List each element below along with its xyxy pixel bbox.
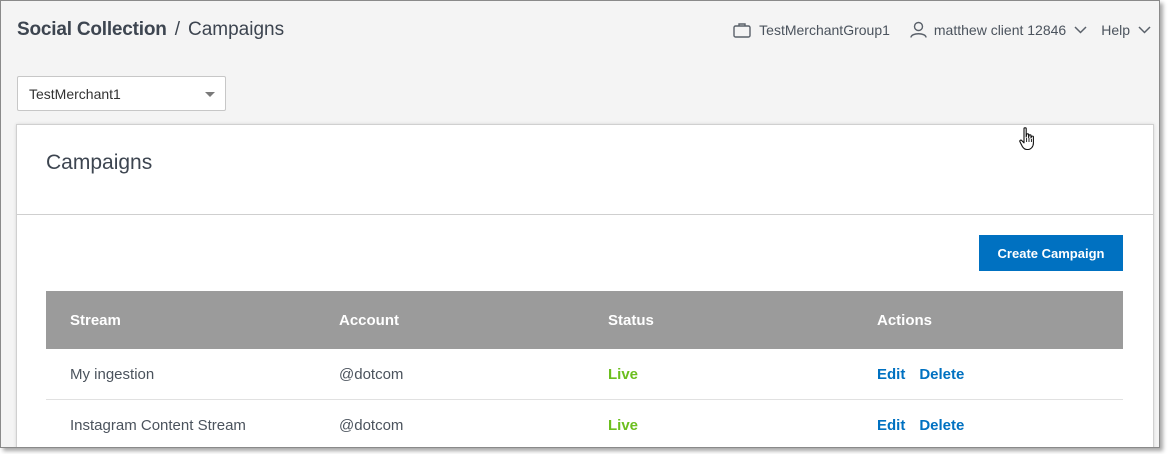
user-menu[interactable]: matthew client 12846 xyxy=(910,21,1087,38)
user-name: matthew client 12846 xyxy=(933,21,1067,38)
column-header-account: Account xyxy=(339,311,399,329)
stream-cell: My ingestion xyxy=(70,365,155,383)
breadcrumb-separator: / xyxy=(174,19,180,40)
create-campaign-button[interactable]: Create Campaign xyxy=(979,235,1123,271)
top-nav: TestMerchantGroup1 matthew client 12846 xyxy=(733,21,1151,38)
edit-link[interactable]: Edit xyxy=(877,366,905,383)
panel-title: Campaigns xyxy=(46,151,153,174)
merchant-group-menu[interactable]: TestMerchantGroup1 xyxy=(733,22,890,38)
top-header: Social Collection / Campaigns TestMercha… xyxy=(1,1,1159,61)
actions-cell: Edit Delete xyxy=(853,366,1123,383)
help-menu[interactable]: Help xyxy=(1101,22,1151,38)
help-label: Help xyxy=(1101,21,1130,38)
briefcase-icon xyxy=(733,22,751,38)
table-header: Stream Account Status Actions xyxy=(46,291,1123,349)
caret-down-icon xyxy=(205,92,215,97)
panel-divider xyxy=(17,214,1153,215)
table-row: Instagram Content Stream @dotcom Live Ed… xyxy=(46,400,1123,447)
delete-link[interactable]: Delete xyxy=(919,366,964,383)
edit-link[interactable]: Edit xyxy=(877,417,905,434)
chevron-down-icon xyxy=(1074,25,1087,34)
merchant-group-label: TestMerchantGroup1 xyxy=(759,21,890,38)
stream-cell: Instagram Content Stream xyxy=(70,416,246,434)
app-name[interactable]: Social Collection xyxy=(17,19,167,41)
chevron-down-icon xyxy=(1138,25,1151,34)
column-header-stream: Stream xyxy=(70,311,121,329)
status-cell: Live xyxy=(608,365,639,383)
account-cell: @dotcom xyxy=(339,365,404,383)
delete-link[interactable]: Delete xyxy=(919,417,964,434)
merchant-select-value: TestMerchant1 xyxy=(29,85,121,102)
user-icon xyxy=(910,21,927,38)
status-cell: Live xyxy=(608,416,639,434)
column-header-actions: Actions xyxy=(877,311,933,329)
breadcrumb: Social Collection / Campaigns xyxy=(17,19,284,41)
actions-cell: Edit Delete xyxy=(853,417,1123,434)
account-cell: @dotcom xyxy=(339,416,404,434)
column-header-status: Status xyxy=(608,311,654,329)
campaigns-panel: Campaigns Create Campaign Stream Account… xyxy=(16,124,1154,447)
table-row: My ingestion @dotcom Live Edit Delete xyxy=(46,349,1123,400)
merchant-select[interactable]: TestMerchant1 xyxy=(17,76,226,111)
campaigns-table: Stream Account Status Actions My ingesti… xyxy=(46,291,1123,447)
page-title: Campaigns xyxy=(187,19,285,40)
app-window: Social Collection / Campaigns TestMercha… xyxy=(0,0,1160,448)
